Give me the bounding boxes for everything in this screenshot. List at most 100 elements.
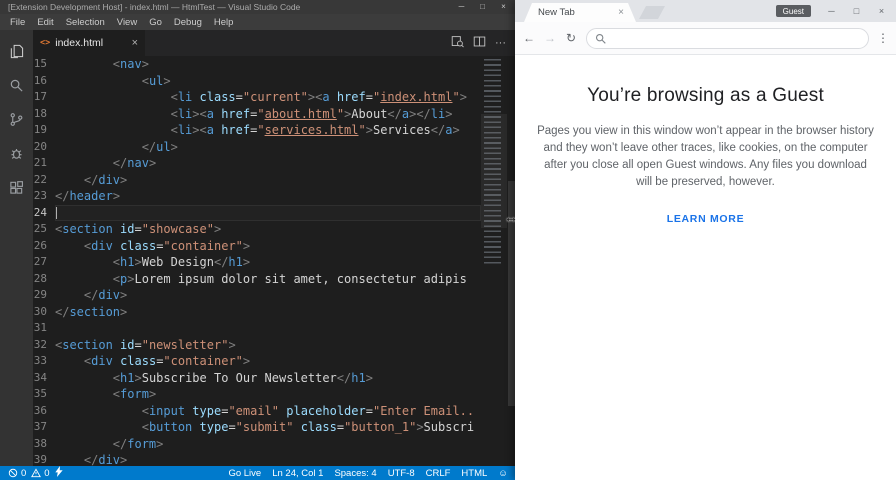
guest-heading: You’re browsing as a Guest	[587, 85, 824, 106]
omnibox-search-icon	[595, 33, 606, 44]
line-number: 17	[33, 90, 47, 103]
code-line[interactable]: <section id="showcase">	[55, 221, 481, 238]
line-number: 37	[33, 420, 47, 433]
status-indentation[interactable]: Spaces: 4	[334, 468, 376, 479]
status-language-mode[interactable]: HTML	[461, 468, 487, 479]
code-line[interactable]: </ul>	[55, 139, 481, 156]
menu-view[interactable]: View	[111, 17, 143, 28]
line-number: 28	[33, 271, 47, 285]
forward-button[interactable]: →	[541, 31, 559, 45]
line-number: 34	[33, 370, 47, 384]
menu-help[interactable]: Help	[208, 17, 240, 28]
back-button[interactable]: ←	[520, 31, 538, 45]
explorer-icon[interactable]	[0, 34, 33, 68]
menu-file[interactable]: File	[4, 17, 31, 28]
line-number: 36	[33, 403, 47, 417]
code-line[interactable]: </div>	[55, 452, 481, 466]
code-line[interactable]: </form>	[55, 436, 481, 453]
code-line[interactable]: <h1>Web Design</h1>	[55, 254, 481, 271]
status-go-live[interactable]: Go Live	[228, 468, 261, 479]
vscode-window: [Extension Development Host] - index.htm…	[0, 0, 516, 480]
errors-icon[interactable]: 0	[8, 468, 26, 479]
tab-index-html[interactable]: <> index.html ×	[33, 30, 145, 56]
menu-selection[interactable]: Selection	[60, 17, 111, 28]
menu-debug[interactable]: Debug	[168, 17, 208, 28]
line-number: 18	[33, 106, 47, 120]
line-number: 32	[33, 337, 47, 351]
editor[interactable]: 15 16 17 18 19 20 21 22 23 24 25 26 27 28 29 30 31 32 33 34…	[33, 56, 516, 466]
chrome-maximize-button[interactable]: □	[844, 1, 869, 21]
line-number: 15	[33, 57, 47, 70]
code-line[interactable]: <p>Lorem ipsum dolor sit amet, consectet…	[55, 271, 481, 288]
line-number: 21	[33, 156, 47, 169]
code-line[interactable]: <li><a href="services.html">Services</a>	[55, 122, 481, 139]
menu-go[interactable]: Go	[143, 17, 168, 28]
chrome-window: New Tab × Guest ─ □ × ← → ↻ ⋮ You’re bro…	[515, 0, 896, 480]
feedback-smiley-icon[interactable]: ☺	[498, 468, 508, 479]
chrome-tab-strip: New Tab × Guest ─ □ ×	[515, 0, 896, 22]
guest-page: You’re browsing as a Guest Pages you vie…	[515, 55, 896, 480]
desktop: [Extension Development Host] - index.htm…	[0, 0, 896, 480]
live-server-bolt-icon[interactable]	[54, 466, 63, 480]
code-line[interactable]	[55, 204, 481, 221]
code-line[interactable]: <section id="newsletter">	[55, 337, 481, 354]
warnings-icon[interactable]: 0	[31, 467, 50, 479]
browser-menu-icon[interactable]: ⋮	[875, 31, 891, 45]
vscode-window-title: [Extension Development Host] - index.htm…	[8, 2, 301, 12]
line-number: 24	[33, 205, 47, 219]
vscode-minimize-button[interactable]: ─	[451, 0, 472, 14]
errors-count: 0	[21, 467, 27, 479]
new-tab-button[interactable]	[639, 6, 665, 19]
chrome-minimize-button[interactable]: ─	[819, 1, 844, 21]
status-eol[interactable]: CRLF	[426, 468, 451, 479]
extensions-icon[interactable]	[0, 170, 33, 204]
guest-description: Pages you view in this window won’t appe…	[537, 125, 874, 189]
line-number: 30	[33, 304, 47, 318]
learn-more-link[interactable]: LEARN MORE	[667, 213, 745, 225]
chrome-tab-new-tab[interactable]: New Tab ×	[524, 3, 636, 22]
vscode-maximize-button[interactable]: □	[472, 0, 493, 14]
tab-label: index.html	[55, 37, 104, 49]
code-line[interactable]: <button type="submit" class="button_1">S…	[55, 419, 481, 436]
more-actions-icon[interactable]: ···	[495, 37, 506, 49]
guest-badge[interactable]: Guest	[775, 5, 811, 17]
code-line[interactable]: </nav>	[55, 155, 481, 172]
code-line[interactable]: <nav>	[55, 56, 481, 73]
code-lines[interactable]: <nav> <ul> <li class="current"><a href="…	[55, 56, 481, 466]
code-line[interactable]: <ul>	[55, 73, 481, 90]
code-line[interactable]: <input type="email" placeholder="Enter E…	[55, 403, 481, 420]
code-line[interactable]: <li><a href="about.html">About</a></li>	[55, 106, 481, 123]
minimap[interactable]	[481, 56, 507, 466]
status-encoding[interactable]: UTF-8	[388, 468, 415, 479]
code-line[interactable]	[55, 320, 481, 337]
status-cursor-position[interactable]: Ln 24, Col 1	[272, 468, 323, 479]
code-line[interactable]: </header>	[55, 188, 481, 205]
line-number: 23	[33, 189, 47, 202]
chrome-close-button[interactable]: ×	[869, 1, 894, 21]
search-icon[interactable]	[0, 68, 33, 102]
reload-button[interactable]: ↻	[562, 31, 580, 45]
code-line[interactable]: </div>	[55, 287, 481, 304]
line-number: 38	[33, 436, 47, 450]
menu-edit[interactable]: Edit	[31, 17, 59, 28]
status-bar: 0 0 Go Live Ln 24, Col 1 Spaces: 4 UTF-8 CRL…	[0, 466, 516, 480]
tab-close-icon[interactable]: ×	[132, 37, 138, 49]
statusbar-right: Go Live Ln 24, Col 1 Spaces: 4 UTF-8 CRLF HTM…	[228, 468, 487, 479]
code-line[interactable]: <li class="current"><a href="index.html"…	[55, 89, 481, 106]
split-editor-icon[interactable]	[473, 35, 486, 51]
html-file-icon: <>	[40, 38, 51, 48]
code-line[interactable]: </div>	[55, 172, 481, 189]
address-bar[interactable]	[586, 27, 869, 49]
code-line[interactable]: <div class="container">	[55, 238, 481, 255]
debug-icon[interactable]	[0, 136, 33, 170]
source-control-icon[interactable]	[0, 102, 33, 136]
chrome-tab-close-icon[interactable]: ×	[618, 7, 624, 18]
code-line[interactable]: </section>	[55, 304, 481, 321]
code-line[interactable]: <div class="container">	[55, 353, 481, 370]
open-preview-icon[interactable]	[451, 35, 464, 51]
line-number: 29	[33, 288, 47, 301]
vscode-close-button[interactable]: ×	[493, 0, 514, 14]
warnings-count: 0	[44, 467, 50, 479]
code-line[interactable]: <form>	[55, 386, 481, 403]
code-line[interactable]: <h1>Subscribe To Our Newsletter</h1>	[55, 370, 481, 387]
